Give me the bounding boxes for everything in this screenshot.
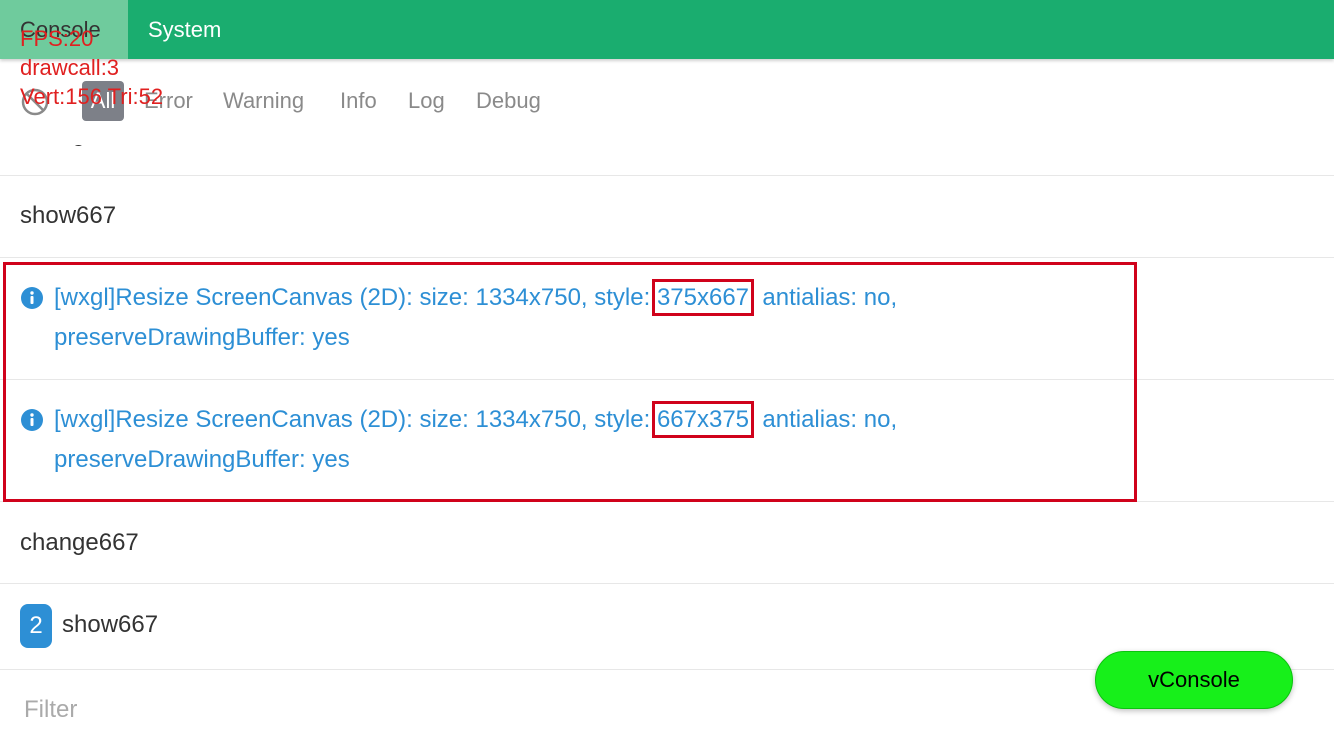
log-message: show667 — [62, 611, 159, 638]
log-message-prefix: [wxgl]Resize ScreenCanvas (2D): size: 13… — [54, 406, 657, 433]
log-message: [wxgl]Resize ScreenCanvas (2D): size: 13… — [54, 278, 1054, 358]
log-row-info: [wxgl]Resize ScreenCanvas (2D): size: 13… — [0, 258, 1334, 380]
filter-tab-log[interactable]: Log — [408, 81, 445, 121]
log-message: [wxgl]Resize ScreenCanvas (2D): size: 13… — [54, 400, 1054, 480]
log-row: show667 — [0, 176, 1334, 258]
highlighted-style-value: 667x375 — [651, 401, 755, 438]
log-message: change667 — [20, 529, 139, 556]
filter-tab-all[interactable]: All — [82, 81, 124, 121]
highlighted-style-value: 375x667 — [651, 279, 755, 316]
log-row: change667 — [0, 502, 1334, 584]
filter-tab-warning[interactable]: Warning — [223, 81, 304, 121]
vconsole-toggle-button[interactable]: vConsole — [1095, 651, 1293, 709]
log-row-info: [wxgl]Resize ScreenCanvas (2D): size: 13… — [0, 380, 1334, 502]
log-message: show667 — [20, 202, 117, 229]
tab-bar: Console System — [0, 0, 1334, 59]
clear-icon[interactable] — [20, 87, 50, 117]
vconsole-panel: change667 show667 [wxgl]Resize ScreenCan… — [0, 0, 1334, 750]
repeat-count-badge: 2 — [20, 604, 52, 648]
info-icon — [21, 287, 43, 309]
tab-system[interactable]: System — [148, 0, 221, 59]
filter-tab-info[interactable]: Info — [340, 81, 377, 121]
log-level-toolbar: All Error Warning Info Log Debug — [0, 59, 1334, 145]
log-message-prefix: [wxgl]Resize ScreenCanvas (2D): size: 13… — [54, 284, 657, 311]
filter-tab-error[interactable]: Error — [144, 81, 193, 121]
filter-tab-debug[interactable]: Debug — [476, 81, 541, 121]
info-icon — [21, 409, 43, 431]
tab-console[interactable]: Console — [0, 0, 128, 59]
